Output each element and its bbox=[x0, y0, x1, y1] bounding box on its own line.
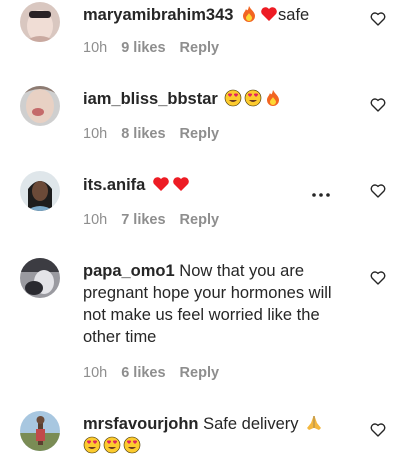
fire-emoji bbox=[240, 5, 258, 23]
comment-time: 10h bbox=[83, 365, 108, 381]
likes-count[interactable]: 7 likes bbox=[121, 211, 165, 229]
username-link[interactable]: its.anifa bbox=[83, 176, 145, 194]
avatar[interactable] bbox=[20, 171, 60, 211]
folded-hands-emoji bbox=[305, 414, 323, 432]
reply-button[interactable]: Reply bbox=[180, 364, 220, 382]
red-heart-emoji bbox=[260, 5, 278, 23]
red-heart-emoji bbox=[152, 175, 170, 193]
username-link[interactable]: papa_omo1 bbox=[83, 262, 175, 280]
heart-outline-icon[interactable] bbox=[370, 97, 386, 113]
heart-outline-icon[interactable] bbox=[370, 422, 386, 438]
heart-eyes-emoji bbox=[103, 436, 121, 454]
avatar[interactable] bbox=[20, 2, 60, 42]
heart-eyes-emoji bbox=[244, 89, 262, 107]
username-link[interactable]: maryamibrahim343 bbox=[83, 6, 233, 24]
reply-button[interactable]: Reply bbox=[180, 211, 220, 229]
username-link[interactable]: iam_bliss_bbstar bbox=[83, 90, 218, 108]
likes-count[interactable]: 6 likes bbox=[121, 364, 165, 382]
heart-outline-icon[interactable] bbox=[370, 183, 386, 199]
comment-time: 10h bbox=[83, 40, 108, 56]
comment-body: safe bbox=[278, 6, 310, 24]
comment-time: 10h bbox=[83, 212, 108, 228]
comment-meta: 10h 6 likes Reply bbox=[83, 364, 219, 382]
reply-button[interactable]: Reply bbox=[180, 125, 220, 143]
comment-time: 10h bbox=[83, 126, 108, 142]
avatar[interactable] bbox=[20, 411, 60, 451]
likes-count[interactable]: 8 likes bbox=[121, 125, 165, 143]
reply-button[interactable]: Reply bbox=[180, 39, 220, 57]
comment-text: mrsfavourjohn Safe delivery bbox=[83, 413, 358, 457]
comment-body: Safe delivery bbox=[203, 415, 299, 433]
comment-meta: 10h 8 likes Reply bbox=[83, 125, 219, 143]
comment-text: papa_omo1 Now that you are pregnant hope… bbox=[83, 260, 358, 348]
heart-eyes-emoji bbox=[83, 436, 101, 454]
heart-outline-icon[interactable] bbox=[370, 270, 386, 286]
heart-eyes-emoji bbox=[224, 89, 242, 107]
fire-emoji bbox=[264, 89, 282, 107]
more-options-icon[interactable] bbox=[311, 187, 331, 197]
avatar[interactable] bbox=[20, 258, 60, 298]
comment-meta: 10h 7 likes Reply bbox=[83, 211, 219, 229]
comment-text: maryamibrahim343 safe bbox=[83, 4, 358, 26]
red-heart-emoji bbox=[172, 175, 190, 193]
avatar[interactable] bbox=[20, 86, 60, 126]
likes-count[interactable]: 9 likes bbox=[121, 39, 165, 57]
heart-outline-icon[interactable] bbox=[370, 11, 386, 27]
username-link[interactable]: mrsfavourjohn bbox=[83, 415, 199, 433]
comment-meta: 10h 9 likes Reply bbox=[83, 39, 219, 57]
comment-text: iam_bliss_bbstar bbox=[83, 88, 358, 110]
heart-eyes-emoji bbox=[123, 436, 141, 454]
